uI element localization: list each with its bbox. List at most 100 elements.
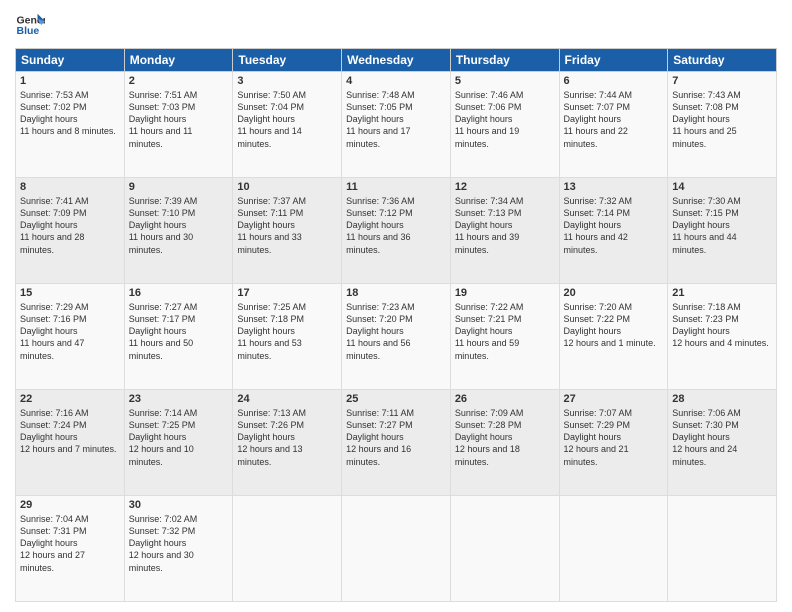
day-number: 22: [20, 393, 120, 405]
cell-info: Sunrise: 7:34 AMSunset: 7:13 PMDaylight …: [455, 195, 555, 256]
day-number: 1: [20, 75, 120, 87]
calendar-cell: 26 Sunrise: 7:09 AMSunset: 7:28 PMDayligh…: [450, 390, 559, 496]
calendar-cell: 9 Sunrise: 7:39 AMSunset: 7:10 PMDaylight…: [124, 178, 233, 284]
day-number: 29: [20, 499, 120, 511]
calendar-cell: 29 Sunrise: 7:04 AMSunset: 7:31 PMDayligh…: [16, 496, 125, 602]
day-number: 30: [129, 499, 229, 511]
day-number: 20: [564, 287, 664, 299]
cell-info: Sunrise: 7:25 AMSunset: 7:18 PMDaylight …: [237, 301, 337, 362]
calendar-cell: 7Sunrise: 7:43 AMSunset: 7:08 PMDaylight…: [668, 72, 777, 178]
day-number: 27: [564, 393, 664, 405]
day-number: 6: [564, 75, 664, 87]
weekday-header-row: SundayMondayTuesdayWednesdayThursdayFrid…: [16, 49, 777, 72]
cell-info: Sunrise: 7:09 AMSunset: 7:28 PMDaylight …: [455, 407, 555, 468]
calendar-cell: 2 Sunrise: 7:51 AMSunset: 7:03 PMDaylight…: [124, 72, 233, 178]
day-number: 26: [455, 393, 555, 405]
weekday-thursday: Thursday: [450, 49, 559, 72]
day-number: 2: [129, 75, 229, 87]
calendar-body: 1Sunrise: 7:53 AMSunset: 7:02 PMDaylight…: [16, 72, 777, 602]
day-number: 21: [672, 287, 772, 299]
calendar-cell: 10 Sunrise: 7:37 AMSunset: 7:11 PMDayligh…: [233, 178, 342, 284]
calendar-cell: [233, 496, 342, 602]
weekday-tuesday: Tuesday: [233, 49, 342, 72]
cell-info: Sunrise: 7:43 AMSunset: 7:08 PMDaylight …: [672, 89, 772, 150]
day-number: 16: [129, 287, 229, 299]
day-number: 25: [346, 393, 446, 405]
calendar-cell: 4 Sunrise: 7:48 AMSunset: 7:05 PMDaylight…: [342, 72, 451, 178]
cell-info: Sunrise: 7:51 AMSunset: 7:03 PMDaylight …: [129, 89, 229, 150]
cell-info: Sunrise: 7:23 AMSunset: 7:20 PMDaylight …: [346, 301, 446, 362]
day-number: 9: [129, 181, 229, 193]
day-number: 23: [129, 393, 229, 405]
cell-info: Sunrise: 7:14 AMSunset: 7:25 PMDaylight …: [129, 407, 229, 468]
cell-info: Sunrise: 7:29 AMSunset: 7:16 PMDaylight …: [20, 301, 120, 362]
calendar-cell: 5Sunrise: 7:46 AMSunset: 7:06 PMDaylight…: [450, 72, 559, 178]
calendar-cell: 6 Sunrise: 7:44 AMSunset: 7:07 PMDaylight…: [559, 72, 668, 178]
calendar-cell: 25 Sunrise: 7:11 AMSunset: 7:27 PMDayligh…: [342, 390, 451, 496]
cell-info: Sunrise: 7:16 AMSunset: 7:24 PMDaylight …: [20, 407, 120, 456]
calendar-cell: [559, 496, 668, 602]
cell-info: Sunrise: 7:32 AMSunset: 7:14 PMDaylight …: [564, 195, 664, 256]
cell-info: Sunrise: 7:44 AMSunset: 7:07 PMDaylight …: [564, 89, 664, 150]
cell-info: Sunrise: 7:11 AMSunset: 7:27 PMDaylight …: [346, 407, 446, 468]
calendar-cell: 14Sunrise: 7:30 AMSunset: 7:15 PMDayligh…: [668, 178, 777, 284]
day-number: 15: [20, 287, 120, 299]
cell-info: Sunrise: 7:50 AMSunset: 7:04 PMDaylight …: [237, 89, 337, 150]
weekday-sunday: Sunday: [16, 49, 125, 72]
cell-info: Sunrise: 7:48 AMSunset: 7:05 PMDaylight …: [346, 89, 446, 150]
calendar-cell: 17 Sunrise: 7:25 AMSunset: 7:18 PMDayligh…: [233, 284, 342, 390]
cell-info: Sunrise: 7:39 AMSunset: 7:10 PMDaylight …: [129, 195, 229, 256]
calendar-cell: 21 Sunrise: 7:18 AMSunset: 7:23 PMDayligh…: [668, 284, 777, 390]
day-number: 4: [346, 75, 446, 87]
svg-text:Blue: Blue: [17, 25, 40, 37]
week-row-5: 29 Sunrise: 7:04 AMSunset: 7:31 PMDayligh…: [16, 496, 777, 602]
calendar-cell: 22 Sunrise: 7:16 AMSunset: 7:24 PMDayligh…: [16, 390, 125, 496]
cell-info: Sunrise: 7:20 AMSunset: 7:22 PMDaylight …: [564, 301, 664, 350]
day-number: 10: [237, 181, 337, 193]
day-number: 24: [237, 393, 337, 405]
cell-info: Sunrise: 7:06 AMSunset: 7:30 PMDaylight …: [672, 407, 772, 468]
calendar-cell: 27 Sunrise: 7:07 AMSunset: 7:29 PMDayligh…: [559, 390, 668, 496]
day-number: 18: [346, 287, 446, 299]
cell-info: Sunrise: 7:36 AMSunset: 7:12 PMDaylight …: [346, 195, 446, 256]
week-row-3: 15 Sunrise: 7:29 AMSunset: 7:16 PMDayligh…: [16, 284, 777, 390]
weekday-saturday: Saturday: [668, 49, 777, 72]
day-number: 17: [237, 287, 337, 299]
week-row-4: 22 Sunrise: 7:16 AMSunset: 7:24 PMDayligh…: [16, 390, 777, 496]
header: General Blue: [15, 10, 777, 40]
cell-info: Sunrise: 7:04 AMSunset: 7:31 PMDaylight …: [20, 513, 120, 574]
day-number: 12: [455, 181, 555, 193]
calendar-cell: 23 Sunrise: 7:14 AMSunset: 7:25 PMDayligh…: [124, 390, 233, 496]
day-number: 8: [20, 181, 120, 193]
calendar-cell: 30 Sunrise: 7:02 AMSunset: 7:32 PMDayligh…: [124, 496, 233, 602]
cell-info: Sunrise: 7:18 AMSunset: 7:23 PMDaylight …: [672, 301, 772, 350]
day-number: 13: [564, 181, 664, 193]
week-row-1: 1Sunrise: 7:53 AMSunset: 7:02 PMDaylight…: [16, 72, 777, 178]
logo-icon: General Blue: [15, 10, 45, 40]
calendar-cell: 19 Sunrise: 7:22 AMSunset: 7:21 PMDayligh…: [450, 284, 559, 390]
logo: General Blue: [15, 10, 49, 40]
cell-info: Sunrise: 7:13 AMSunset: 7:26 PMDaylight …: [237, 407, 337, 468]
cell-info: Sunrise: 7:02 AMSunset: 7:32 PMDaylight …: [129, 513, 229, 574]
calendar-cell: 8 Sunrise: 7:41 AMSunset: 7:09 PMDaylight…: [16, 178, 125, 284]
calendar-cell: 24 Sunrise: 7:13 AMSunset: 7:26 PMDayligh…: [233, 390, 342, 496]
calendar-cell: 18 Sunrise: 7:23 AMSunset: 7:20 PMDayligh…: [342, 284, 451, 390]
cell-info: Sunrise: 7:41 AMSunset: 7:09 PMDaylight …: [20, 195, 120, 256]
calendar-cell: 28Sunrise: 7:06 AMSunset: 7:30 PMDayligh…: [668, 390, 777, 496]
calendar-cell: 20 Sunrise: 7:20 AMSunset: 7:22 PMDayligh…: [559, 284, 668, 390]
calendar-cell: 15 Sunrise: 7:29 AMSunset: 7:16 PMDayligh…: [16, 284, 125, 390]
calendar-cell: 13 Sunrise: 7:32 AMSunset: 7:14 PMDayligh…: [559, 178, 668, 284]
calendar-cell: 1Sunrise: 7:53 AMSunset: 7:02 PMDaylight…: [16, 72, 125, 178]
calendar-cell: 16 Sunrise: 7:27 AMSunset: 7:17 PMDayligh…: [124, 284, 233, 390]
week-row-2: 8 Sunrise: 7:41 AMSunset: 7:09 PMDaylight…: [16, 178, 777, 284]
day-number: 11: [346, 181, 446, 193]
cell-info: Sunrise: 7:30 AMSunset: 7:15 PMDaylight …: [672, 195, 772, 256]
cell-info: Sunrise: 7:22 AMSunset: 7:21 PMDaylight …: [455, 301, 555, 362]
weekday-wednesday: Wednesday: [342, 49, 451, 72]
cell-info: Sunrise: 7:37 AMSunset: 7:11 PMDaylight …: [237, 195, 337, 256]
calendar-cell: [450, 496, 559, 602]
cell-info: Sunrise: 7:07 AMSunset: 7:29 PMDaylight …: [564, 407, 664, 468]
day-number: 19: [455, 287, 555, 299]
calendar-table: SundayMondayTuesdayWednesdayThursdayFrid…: [15, 48, 777, 602]
cell-info: Sunrise: 7:27 AMSunset: 7:17 PMDaylight …: [129, 301, 229, 362]
